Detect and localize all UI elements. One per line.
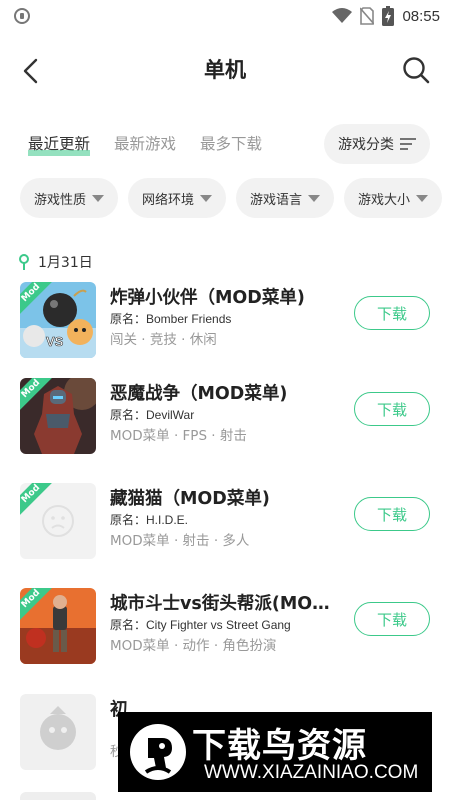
game-tags: MOD菜单 · 射击 · 多人 bbox=[110, 533, 250, 549]
game-original-name: 原名：Bomber Friends bbox=[110, 312, 232, 326]
download-button[interactable]: 下载 bbox=[354, 392, 430, 426]
filter-label: 游戏性质 bbox=[34, 192, 87, 208]
search-button[interactable] bbox=[400, 54, 434, 88]
filter-language[interactable]: 游戏语言 bbox=[236, 178, 334, 218]
dropdown-triangle-icon bbox=[92, 194, 104, 202]
no-sim-icon bbox=[360, 7, 375, 25]
game-thumbnail: Mod bbox=[20, 588, 96, 664]
filter-label: 游戏大小 bbox=[358, 192, 411, 208]
search-icon bbox=[403, 57, 430, 84]
top-bar: 单机 bbox=[0, 40, 450, 100]
date-header: 1月31日 bbox=[18, 252, 93, 272]
game-original-name: 原名：City Fighter vs Street Gang bbox=[110, 618, 291, 632]
dropdown-triangle-icon bbox=[416, 194, 428, 202]
game-thumbnail: Mod bbox=[20, 483, 96, 559]
filter-label: 游戏语言 bbox=[250, 192, 303, 208]
filter-size[interactable]: 游戏大小 bbox=[344, 178, 442, 218]
status-bar: 08:55 bbox=[0, 0, 450, 32]
filter-lines-icon bbox=[400, 138, 416, 150]
game-item[interactable]: VS Mod 炸弹小伙伴（MOD菜单) 原名：Bomber Friends 闯关… bbox=[20, 282, 440, 362]
bird-logo-icon bbox=[130, 724, 186, 780]
game-original-name: 原名：H.I.D.E. bbox=[110, 513, 189, 527]
game-thumbnail: VS Mod bbox=[20, 282, 96, 358]
game-category-label: 游戏分类 bbox=[338, 137, 394, 153]
download-button[interactable]: 下载 bbox=[354, 296, 430, 330]
svg-text:VS: VS bbox=[46, 334, 64, 349]
battery-charging-icon bbox=[382, 6, 395, 26]
game-original-name: 原名：DevilWar bbox=[110, 408, 195, 422]
game-tags: MOD菜单 · 动作 · 角色扮演 bbox=[110, 638, 277, 654]
tab-label: 最新游戏 bbox=[114, 135, 177, 153]
next-item-thumbnail bbox=[20, 792, 96, 800]
game-name: 炸弹小伙伴（MOD菜单) bbox=[110, 288, 305, 308]
game-tags: MOD菜单 · FPS · 射击 bbox=[110, 428, 247, 444]
location-pin-icon bbox=[19, 254, 29, 270]
game-name: 藏猫猫（MOD菜单) bbox=[110, 489, 270, 509]
game-category-button[interactable]: 游戏分类 bbox=[324, 124, 430, 164]
watermark-banner: 下载鸟资源 WWW.XIAZAINIAO.COM bbox=[118, 712, 432, 792]
tab-most-downloads[interactable]: 最多下载 bbox=[200, 132, 262, 154]
date-label: 1月31日 bbox=[38, 255, 93, 271]
placeholder-mascot-icon bbox=[40, 706, 76, 750]
tab-recent-update[interactable]: 最近更新 bbox=[28, 132, 91, 156]
sort-tabs: 最近更新 最新游戏 最多下载 游戏分类 bbox=[0, 124, 450, 166]
filter-row: 游戏性质 网络环境 游戏语言 游戏大小 bbox=[20, 178, 450, 220]
status-icons: 08:55 bbox=[332, 6, 440, 26]
game-thumbnail: Mod bbox=[20, 378, 96, 454]
dropdown-triangle-icon bbox=[308, 194, 320, 202]
tab-active-indicator bbox=[28, 150, 91, 156]
game-item[interactable]: Mod 恶魔战争（MOD菜单) 原名：DevilWar MOD菜单 · FPS … bbox=[20, 378, 440, 458]
filter-game-nature[interactable]: 游戏性质 bbox=[20, 178, 118, 218]
shield-app-icon bbox=[14, 8, 30, 24]
game-name: 恶魔战争（MOD菜单) bbox=[110, 384, 288, 404]
watermark-url: WWW.XIAZAINIAO.COM bbox=[204, 762, 419, 783]
filter-network[interactable]: 网络环境 bbox=[128, 178, 226, 218]
filter-label: 网络环境 bbox=[142, 192, 195, 208]
page-title: 单机 bbox=[204, 58, 246, 82]
watermark-title: 下载鸟资源 bbox=[192, 726, 367, 766]
download-button[interactable]: 下载 bbox=[354, 602, 430, 636]
wifi-icon bbox=[332, 8, 353, 23]
game-item[interactable]: Mod 城市斗士vs街头帮派(MOD... 原名：City Fighter vs… bbox=[20, 588, 440, 668]
game-item[interactable]: Mod 藏猫猫（MOD菜单) 原名：H.I.D.E. MOD菜单 · 射击 · … bbox=[20, 483, 440, 563]
download-button[interactable]: 下载 bbox=[354, 497, 430, 531]
status-time: 08:55 bbox=[402, 7, 440, 25]
game-thumbnail bbox=[20, 694, 96, 770]
tab-newest-games[interactable]: 最新游戏 bbox=[114, 132, 176, 154]
tab-label: 最多下载 bbox=[200, 135, 263, 153]
dropdown-triangle-icon bbox=[200, 194, 212, 202]
game-tags: 闯关 · 竞技 · 休闲 bbox=[110, 332, 217, 348]
game-name: 城市斗士vs街头帮派(MOD... bbox=[110, 594, 344, 614]
